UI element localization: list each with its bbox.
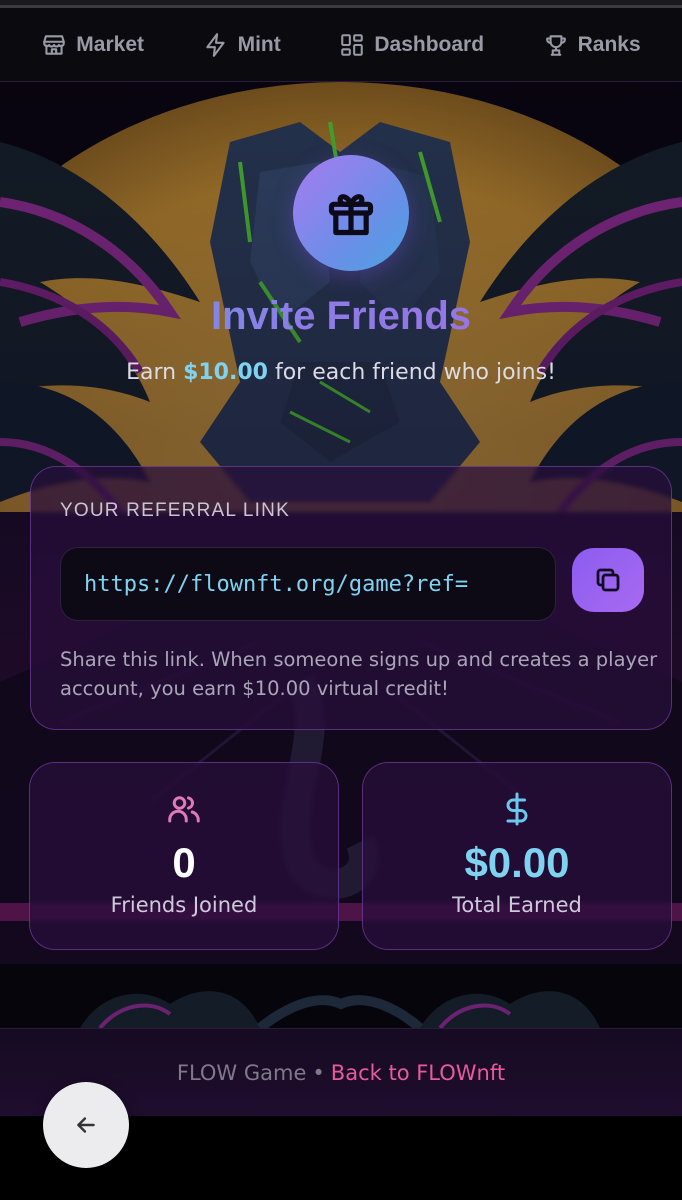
top-strip (0, 0, 682, 8)
nav-label-market: Market (76, 32, 144, 56)
nav-label-dashboard: Dashboard (374, 32, 485, 56)
footer-brand: FLOW Game (176, 1060, 307, 1085)
total-earned-label: Total Earned (452, 893, 582, 917)
back-button[interactable] (43, 1082, 129, 1168)
store-icon (43, 34, 66, 55)
nav-item-ranks[interactable]: Ranks (543, 32, 641, 58)
subtitle-prefix: Earn (126, 360, 184, 385)
back-to-flownft-link[interactable]: Back to FLOWnft (331, 1061, 505, 1085)
friends-joined-value: 0 (172, 839, 196, 886)
page-title: Invite Friends (0, 294, 682, 339)
gift-icon (328, 194, 374, 236)
friends-joined-label: Friends Joined (110, 893, 258, 917)
referral-link-text: https://flownft.org/game?ref= (84, 571, 469, 597)
lightning-icon (205, 32, 225, 57)
trophy-icon (545, 34, 566, 56)
stat-icon-wrap-earned (363, 791, 671, 827)
total-earned-value: $0.00 (464, 839, 570, 886)
arrow-left-icon (77, 1117, 95, 1133)
nav-item-market[interactable]: Market (41, 32, 144, 58)
stat-icon-wrap-friends (30, 791, 338, 827)
lower-art-band (0, 964, 682, 1028)
referral-help-text: Share this link. When someone signs up a… (60, 648, 658, 700)
dollar-icon (506, 792, 528, 826)
referral-link-field[interactable]: https://flownft.org/game?ref= (60, 547, 556, 621)
nav-item-dashboard[interactable]: Dashboard (339, 32, 484, 58)
subtitle-suffix: for each friend who joins! (267, 360, 556, 385)
page-subtitle: Earn $10.00 for each friend who joins! (0, 360, 682, 385)
footer-separator: • (312, 1060, 325, 1085)
stat-card-earned: $0.00 Total Earned (362, 762, 672, 950)
copy-link-button[interactable] (572, 548, 644, 612)
grid-icon (341, 33, 364, 56)
stat-card-friends: 0 Friends Joined (29, 762, 339, 950)
top-nav: Market Mint Dashboard Ranks (0, 8, 682, 82)
nav-label-mint: Mint (237, 32, 281, 56)
referral-card: YOUR REFERRAL LINK https://flownft.org/g… (30, 466, 672, 730)
nav-item-mint[interactable]: Mint (203, 32, 281, 58)
reward-amount: $10.00 (183, 360, 268, 385)
gift-badge (293, 155, 409, 271)
referral-label: YOUR REFERRAL LINK (60, 500, 290, 521)
nav-label-ranks: Ranks (577, 32, 641, 56)
copy-icon (596, 568, 620, 592)
users-icon (168, 796, 200, 823)
